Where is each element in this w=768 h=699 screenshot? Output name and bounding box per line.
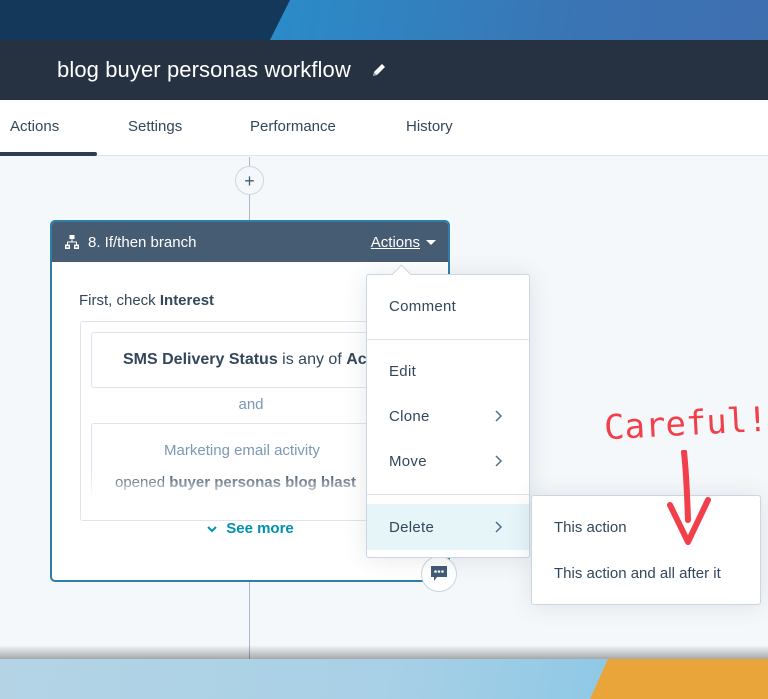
menu-item-delete[interactable]: Delete (367, 504, 529, 550)
card-actions-dropdown[interactable]: Actions (371, 234, 436, 251)
actions-link-label[interactable]: Actions (371, 234, 420, 251)
add-action-button[interactable]: + (235, 166, 264, 195)
tab-actions[interactable]: Actions (10, 118, 59, 135)
banner-orange-stripe (590, 659, 768, 699)
menu-item-move[interactable]: Move (367, 441, 529, 481)
banner-stripe (270, 0, 768, 40)
tab-settings[interactable]: Settings (128, 118, 182, 135)
menu-divider (367, 339, 529, 340)
chevron-right-icon (495, 410, 503, 422)
condition-operator: is any of (277, 351, 347, 368)
menu-item-edit[interactable]: Edit (367, 351, 529, 391)
delete-this-and-after[interactable]: This action and all after it (554, 565, 721, 582)
menu-divider (367, 494, 529, 495)
tab-performance[interactable]: Performance (250, 118, 336, 135)
connector-line (249, 195, 250, 221)
chevron-down-icon (206, 523, 218, 535)
check-target: Interest (159, 292, 215, 309)
menu-item-label: Clone (389, 407, 430, 425)
bottom-shadow (0, 645, 768, 660)
active-tab-indicator (0, 152, 97, 156)
comment-icon (431, 566, 447, 581)
menu-item-label: Move (389, 452, 427, 470)
tab-bar: Actions Settings Performance History (0, 100, 768, 156)
chevron-right-icon (495, 455, 503, 467)
menu-item-comment[interactable]: Comment (367, 286, 529, 326)
bottom-banner (0, 659, 768, 699)
top-banner (0, 0, 768, 40)
branch-icon (64, 234, 80, 250)
menu-pointer (389, 262, 413, 275)
menu-item-label: Edit (389, 362, 417, 380)
chevron-right-icon (495, 521, 503, 533)
workflow-header: blog buyer personas workflow (0, 40, 768, 100)
check-prefix: First, check (79, 292, 160, 309)
condition-property: SMS Delivery Status (123, 351, 278, 368)
arrow-annotation-icon (667, 450, 711, 545)
card-title: 8. If/then branch (88, 233, 197, 251)
caret-down-icon (426, 239, 436, 245)
check-label: First, check Interest (79, 292, 214, 309)
see-more-label[interactable]: See more (226, 520, 294, 537)
careful-annotation: Careful! (603, 399, 768, 449)
menu-item-clone[interactable]: Clone (367, 396, 529, 436)
workflow-title[interactable]: blog buyer personas workflow (57, 57, 351, 83)
menu-item-label: Delete (389, 518, 435, 536)
delete-submenu: This action This action and all after it (531, 495, 761, 605)
pencil-icon[interactable] (371, 62, 387, 78)
card-header: 8. If/then branch Actions (52, 222, 448, 262)
comment-button[interactable] (421, 556, 457, 592)
actions-menu: Comment Edit Clone Move Delete (366, 274, 530, 558)
tab-history[interactable]: History (406, 118, 453, 135)
condition-2-title: Marketing email activity (164, 442, 320, 459)
menu-item-label: Comment (389, 297, 457, 315)
delete-this-action[interactable]: This action (554, 519, 627, 536)
